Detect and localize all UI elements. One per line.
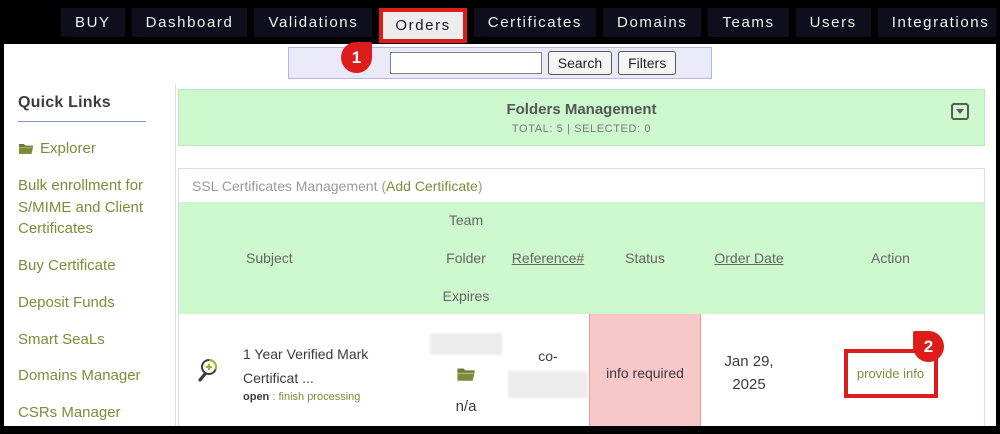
provide-info-link[interactable]: provide info (857, 366, 924, 381)
certificate-subject-link[interactable]: 1 Year Verified Mark Certificat ... (243, 343, 425, 389)
collapse-toggle-button[interactable] (951, 103, 969, 120)
order-date-line2: 2025 (701, 373, 797, 396)
table-header-row: Subject Team Folder Expires Reference# S… (179, 202, 984, 314)
redacted-reference (508, 371, 588, 398)
sidebar-item-smart-seals[interactable]: Smart SeaLs (18, 329, 167, 351)
reference-prefix: co- (538, 348, 557, 364)
sidebar-item-deposit-funds[interactable]: Deposit Funds (18, 292, 167, 314)
annotation-step-1-badge: 1 (341, 42, 372, 73)
table-title-bar: SSL Certificates Management (Add Certifi… (179, 169, 984, 202)
nav-item-certificates[interactable]: Certificates (474, 8, 596, 37)
app-window: BUY Dashboard Validations Orders Certifi… (0, 0, 1000, 434)
nav-item-users[interactable]: Users (796, 8, 871, 37)
col-header-action: Action (797, 250, 984, 266)
sidebar-item-csrs-manager[interactable]: CSRs Manager (18, 402, 167, 424)
nav-item-integrations[interactable]: Integrations (878, 8, 1000, 37)
col-header-order-date-sort[interactable]: Order Date (714, 250, 783, 266)
col-header-reference-sort[interactable]: Reference# (512, 250, 584, 266)
sidebar-item-bulk-enrollment[interactable]: Bulk enrollment for S/MIME and Client Ce… (18, 175, 167, 240)
sidebar-item-explorer[interactable]: Explorer (18, 138, 167, 160)
col-header-expires: Expires (425, 288, 507, 304)
folder-icon[interactable] (456, 366, 476, 387)
folder-icon (18, 142, 34, 159)
redacted-team-name (430, 333, 502, 355)
ssl-certificates-table: SSL Certificates Management (Add Certifi… (178, 168, 985, 433)
sidebar-item-label: Explorer (40, 140, 96, 157)
nav-item-teams[interactable]: Teams (708, 8, 788, 37)
state-label: open (243, 391, 269, 403)
col-header-status: Status (589, 250, 701, 266)
folders-panel-summary: TOTAL: 5 | SELECTED: 0 (179, 123, 984, 135)
add-certificate-link[interactable]: Add Certificate (386, 178, 478, 194)
expires-value: n/a (456, 398, 477, 415)
col-header-team-folder-expires: Team Folder Expires (425, 212, 507, 304)
search-button[interactable]: Search (548, 51, 612, 75)
nav-item-validations[interactable]: Validations (254, 8, 372, 37)
search-row: Search Filters (4, 47, 996, 79)
nav-item-dashboard[interactable]: Dashboard (132, 8, 248, 37)
quick-links-sidebar: Quick Links Explorer Bulk enrollment for… (4, 84, 176, 429)
filters-button[interactable]: Filters (618, 51, 676, 75)
col-header-subject: Subject (237, 250, 425, 266)
chevron-down-icon (956, 109, 964, 114)
certificate-state: open : finish processing (243, 391, 425, 403)
col-header-team: Team (425, 212, 507, 228)
table-title: SSL Certificates Management ( (192, 178, 386, 194)
order-date-line1: Jan 29, (701, 350, 797, 373)
sidebar-item-domains-manager[interactable]: Domains Manager (18, 365, 167, 387)
nav-item-buy[interactable]: BUY (61, 8, 125, 37)
sidebar-divider (18, 121, 146, 122)
state-value: finish processing (278, 391, 360, 403)
table-title-close-paren: ) (478, 178, 483, 194)
sidebar-item-buy-certificate[interactable]: Buy Certificate (18, 255, 167, 277)
nav-item-orders[interactable]: Orders (379, 8, 466, 43)
folders-panel-title: Folders Management (179, 101, 984, 118)
sidebar-title: Quick Links (18, 94, 167, 112)
search-input[interactable] (390, 52, 542, 74)
nav-item-domains[interactable]: Domains (603, 8, 701, 37)
status-badge: info required (589, 314, 701, 432)
zoom-details-icon[interactable] (195, 357, 221, 390)
top-nav: BUY Dashboard Validations Orders Certifi… (4, 0, 996, 44)
annotation-step-2-badge: 2 (913, 331, 944, 362)
main-content: Folders Management TOTAL: 5 | SELECTED: … (176, 84, 996, 429)
order-date: Jan 29, 2025 (701, 350, 797, 397)
table-row: 1 Year Verified Mark Certificat ... open… (179, 314, 984, 432)
folders-management-panel: Folders Management TOTAL: 5 | SELECTED: … (178, 89, 985, 146)
col-header-folder: Folder (425, 250, 507, 266)
